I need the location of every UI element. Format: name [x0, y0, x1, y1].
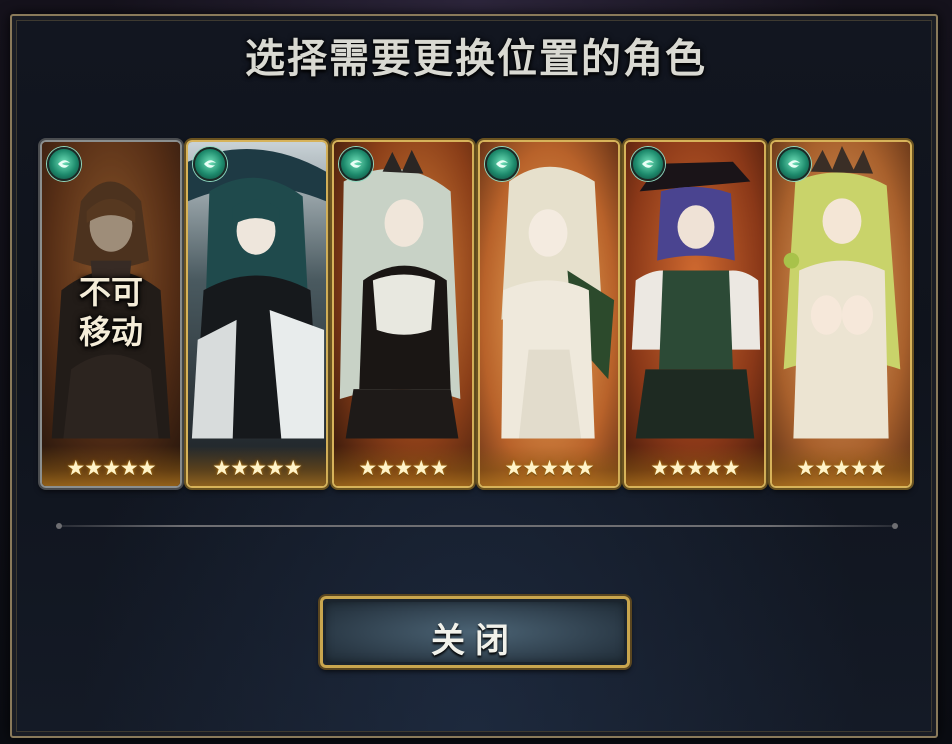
- character-card-3[interactable]: ★★★★★: [332, 140, 474, 488]
- locked-label: 不可 移动: [42, 272, 180, 352]
- wind-element-icon: [193, 147, 227, 181]
- wind-element-icon: [777, 147, 811, 181]
- character-portrait: [188, 142, 326, 486]
- character-portrait: [626, 142, 764, 486]
- close-button-label: 关闭: [431, 621, 519, 661]
- rarity-stars: ★★★★★: [504, 456, 594, 480]
- divider-right-dot: [892, 523, 898, 529]
- dialog-title: 选择需要更换位置的角色: [245, 35, 707, 82]
- character-card-6[interactable]: ★★★★★: [770, 140, 912, 488]
- wind-element-icon: [631, 147, 665, 181]
- divider-left-dot: [56, 523, 62, 529]
- wind-element-icon: [485, 147, 519, 181]
- locked-label-line-2: 移动: [78, 313, 143, 351]
- character-card-2[interactable]: ★★★★★: [186, 140, 328, 488]
- rarity-stars: ★★★★★: [66, 456, 156, 480]
- wind-element-icon: [47, 147, 81, 181]
- wind-element-icon: [339, 147, 373, 181]
- locked-label-line-1: 不可: [78, 273, 143, 311]
- character-card-5[interactable]: ★★★★★: [624, 140, 766, 488]
- divider-line: [56, 523, 898, 529]
- character-card-1[interactable]: 不可 移动 ★★★★★: [40, 140, 182, 488]
- rarity-stars: ★★★★★: [796, 456, 886, 480]
- character-portrait: [772, 142, 910, 486]
- character-portrait: [480, 142, 618, 486]
- rarity-stars: ★★★★★: [212, 456, 302, 480]
- rarity-stars: ★★★★★: [650, 456, 740, 480]
- character-portrait: [334, 142, 472, 486]
- character-card-4[interactable]: ★★★★★: [478, 140, 620, 488]
- close-button[interactable]: 关闭: [320, 596, 630, 668]
- rarity-stars: ★★★★★: [358, 456, 448, 480]
- character-card-list: 不可 移动 ★★★★★ ★★★★★ ★★★★★ ★★★★★ ★★★★★ ★★★★…: [40, 140, 912, 492]
